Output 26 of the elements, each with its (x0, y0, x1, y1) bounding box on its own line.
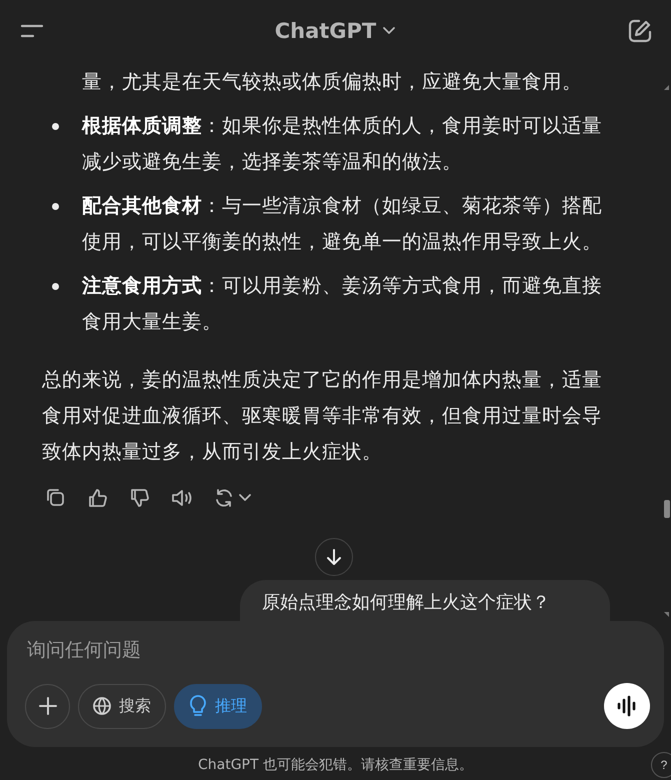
list-item-text: 配合其他食材：与一些清凉食材（如绿豆、菊花茶等）搭配使用，可以平衡姜的热性，避免单一的温热作用导致上火。 (82, 193, 603, 255)
edit-icon (627, 18, 653, 44)
thumbs-down-icon (128, 486, 152, 510)
list-item-text: 根据体质调整：如果你是热性体质的人，食用姜时可以适量减少或避免生姜，选择姜茶等温和的做法。 (82, 113, 603, 175)
globe-icon (91, 695, 113, 717)
new-chat-button[interactable] (627, 18, 653, 44)
plus-icon (36, 695, 58, 717)
voice-mode-button[interactable] (604, 683, 650, 729)
chevron-down-icon (238, 493, 252, 503)
bullet-dot (52, 123, 59, 130)
attach-button[interactable] (25, 684, 70, 728)
help-button[interactable]: ? (651, 752, 671, 778)
reason-toggle[interactable]: 推理 (174, 684, 262, 728)
thumbs-up-icon (86, 486, 110, 510)
paragraph-text: 量，尤其是在天气较热或体质偏热时，应避免大量食用。 (82, 69, 583, 95)
bullet-dot (52, 203, 59, 210)
lightbulb-icon (187, 694, 209, 718)
bullet-dot (52, 283, 59, 290)
chevron-down-icon (382, 26, 396, 36)
search-toggle[interactable]: 搜索 (78, 684, 166, 728)
scroll-down-button[interactable] (315, 538, 353, 576)
disclaimer-text: ChatGPT 也可能会犯错。请核查重要信息。 (198, 756, 473, 774)
paragraph-text: 总的来说，姜的温热性质决定了它的作用是增加体内热量，适量食用对促进血液循环、驱寒暖胃等非常有效，但食用过量时会导致体内热量过多，从而引发上火症状。 (42, 367, 603, 465)
list-item-text: 注意食用方式：可以用姜粉、姜汤等方式食用，而避免直接食用大量生姜。 (82, 273, 603, 335)
model-selector[interactable]: ChatGPT (266, 15, 404, 47)
arrow-down-icon (324, 547, 344, 567)
